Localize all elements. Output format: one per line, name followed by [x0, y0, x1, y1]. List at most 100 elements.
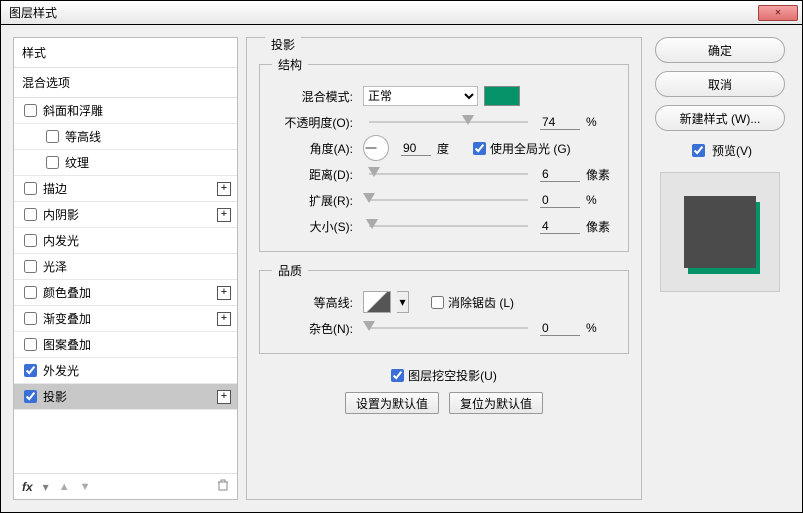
- new-style-button[interactable]: 新建样式 (W)...: [655, 105, 785, 131]
- spread-value[interactable]: 0: [540, 193, 580, 208]
- ok-button[interactable]: 确定: [655, 37, 785, 63]
- settings-panel: 投影 结构 混合模式: 正常 不透明度(O): 74 % 角度(A):: [246, 37, 642, 500]
- style-item-4[interactable]: 内阴影 +: [14, 202, 237, 228]
- style-item-label: 外发光: [43, 362, 79, 379]
- cancel-button[interactable]: 取消: [655, 71, 785, 97]
- style-item-label: 投影: [43, 388, 67, 405]
- quality-group: 品质 等高线: ▾ 消除锯齿 (L) 杂色(N): 0 %: [259, 262, 629, 354]
- style-item-7[interactable]: 颜色叠加 +: [14, 280, 237, 306]
- titlebar: 图层样式 ✕: [1, 1, 802, 25]
- noise-unit: %: [586, 321, 616, 335]
- style-item-checkbox[interactable]: [24, 182, 37, 195]
- style-item-checkbox[interactable]: [24, 208, 37, 221]
- size-unit: 像素: [586, 218, 616, 235]
- fx-dropdown-icon[interactable]: ▾: [43, 480, 49, 494]
- add-effect-icon[interactable]: +: [217, 286, 231, 300]
- fx-icon[interactable]: fx: [22, 480, 33, 494]
- style-item-checkbox[interactable]: [24, 286, 37, 299]
- style-item-1[interactable]: 等高线: [14, 124, 237, 150]
- style-item-checkbox[interactable]: [24, 234, 37, 247]
- style-item-label: 斜面和浮雕: [43, 102, 103, 119]
- preview-shape: [684, 196, 756, 268]
- style-item-label: 渐变叠加: [43, 310, 91, 327]
- structure-group: 结构 混合模式: 正常 不透明度(O): 74 % 角度(A): 90 度: [259, 56, 629, 252]
- style-item-5[interactable]: 内发光: [14, 228, 237, 254]
- style-item-checkbox[interactable]: [24, 104, 37, 117]
- blend-mode-select[interactable]: 正常: [363, 86, 478, 106]
- close-icon[interactable]: ✕: [758, 5, 798, 21]
- opacity-slider[interactable]: [369, 113, 528, 131]
- distance-unit: 像素: [586, 166, 616, 183]
- distance-value[interactable]: 6: [540, 167, 580, 182]
- angle-dial[interactable]: [363, 135, 389, 161]
- down-icon[interactable]: ▼: [80, 481, 91, 493]
- style-item-label: 光泽: [43, 258, 67, 275]
- distance-slider[interactable]: [369, 165, 528, 183]
- add-effect-icon[interactable]: +: [217, 182, 231, 196]
- opacity-unit: %: [586, 115, 616, 129]
- blend-mode-label: 混合模式:: [272, 88, 357, 105]
- style-item-label: 内发光: [43, 232, 79, 249]
- layer-style-dialog: 图层样式 ✕ 样式 混合选项 斜面和浮雕等高线纹理描边 + 内阴影 + 内发光光泽颜色叠…: [0, 0, 803, 513]
- size-slider[interactable]: [369, 217, 528, 235]
- spread-slider[interactable]: [369, 191, 528, 209]
- quality-legend: 品质: [272, 262, 308, 279]
- reset-default-button[interactable]: 复位为默认值: [449, 392, 543, 414]
- styles-header[interactable]: 样式: [14, 38, 237, 68]
- style-item-label: 等高线: [65, 128, 101, 145]
- global-light-checkbox[interactable]: 使用全局光 (G): [473, 140, 571, 157]
- opacity-label: 不透明度(O):: [272, 114, 357, 131]
- style-item-label: 颜色叠加: [43, 284, 91, 301]
- add-effect-icon[interactable]: +: [217, 312, 231, 326]
- preview-checkbox[interactable]: 预览(V): [688, 141, 752, 160]
- noise-value[interactable]: 0: [540, 321, 580, 336]
- angle-label: 角度(A):: [272, 140, 357, 157]
- noise-slider[interactable]: [369, 319, 528, 337]
- angle-value[interactable]: 90: [401, 141, 431, 156]
- size-value[interactable]: 4: [540, 219, 580, 234]
- distance-label: 距离(D):: [272, 166, 357, 183]
- style-item-3[interactable]: 描边 +: [14, 176, 237, 202]
- style-item-label: 描边: [43, 180, 67, 197]
- knockout-checkbox[interactable]: 图层挖空投影(U): [391, 367, 497, 384]
- spread-unit: %: [586, 193, 616, 207]
- style-item-checkbox[interactable]: [24, 390, 37, 403]
- trash-icon[interactable]: [217, 479, 229, 494]
- style-item-checkbox[interactable]: [46, 130, 59, 143]
- antialias-checkbox[interactable]: 消除锯齿 (L): [431, 294, 514, 311]
- color-swatch[interactable]: [484, 86, 520, 106]
- blend-options-header[interactable]: 混合选项: [14, 68, 237, 98]
- styles-list-panel: 样式 混合选项 斜面和浮雕等高线纹理描边 + 内阴影 + 内发光光泽颜色叠加 + 渐变叠加 +…: [13, 37, 238, 500]
- list-footer: fx ▾ ▲ ▼: [14, 473, 237, 499]
- style-item-checkbox[interactable]: [24, 312, 37, 325]
- style-item-9[interactable]: 图案叠加: [14, 332, 237, 358]
- style-items: 斜面和浮雕等高线纹理描边 + 内阴影 + 内发光光泽颜色叠加 + 渐变叠加 + 图案叠加外发光投…: [14, 98, 237, 410]
- style-item-8[interactable]: 渐变叠加 +: [14, 306, 237, 332]
- style-item-6[interactable]: 光泽: [14, 254, 237, 280]
- contour-label: 等高线:: [272, 294, 357, 311]
- style-item-label: 纹理: [65, 154, 89, 171]
- panel-title: 投影: [265, 36, 301, 53]
- style-item-label: 内阴影: [43, 206, 79, 223]
- up-icon[interactable]: ▲: [59, 481, 70, 493]
- spread-label: 扩展(R):: [272, 192, 357, 209]
- add-effect-icon[interactable]: +: [217, 390, 231, 404]
- preview-thumbnail: [660, 172, 780, 292]
- actions-panel: 确定 取消 新建样式 (W)... 预览(V): [650, 37, 790, 500]
- contour-picker[interactable]: [363, 291, 391, 313]
- style-item-checkbox[interactable]: [46, 156, 59, 169]
- content: 样式 混合选项 斜面和浮雕等高线纹理描边 + 内阴影 + 内发光光泽颜色叠加 + 渐变叠加 +…: [1, 25, 802, 512]
- add-effect-icon[interactable]: +: [217, 208, 231, 222]
- contour-dropdown-icon[interactable]: ▾: [397, 291, 409, 313]
- style-item-2[interactable]: 纹理: [14, 150, 237, 176]
- style-item-10[interactable]: 外发光: [14, 358, 237, 384]
- style-item-checkbox[interactable]: [24, 364, 37, 377]
- style-item-11[interactable]: 投影 +: [14, 384, 237, 410]
- style-item-0[interactable]: 斜面和浮雕: [14, 98, 237, 124]
- make-default-button[interactable]: 设置为默认值: [345, 392, 439, 414]
- style-item-label: 图案叠加: [43, 336, 91, 353]
- opacity-value[interactable]: 74: [540, 115, 580, 130]
- size-label: 大小(S):: [272, 218, 357, 235]
- style-item-checkbox[interactable]: [24, 338, 37, 351]
- style-item-checkbox[interactable]: [24, 260, 37, 273]
